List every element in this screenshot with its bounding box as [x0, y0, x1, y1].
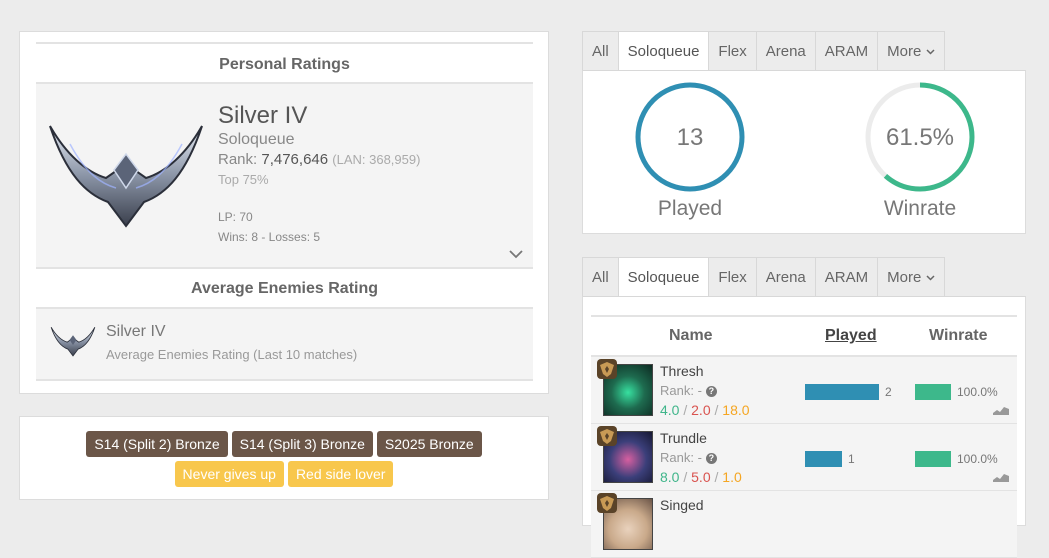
winrate-value: 100.0%	[957, 385, 998, 399]
winrate-bar	[915, 384, 951, 400]
tab-flex[interactable]: Flex	[709, 31, 757, 71]
help-icon[interactable]: ?	[705, 453, 717, 465]
played-ring: 13	[635, 82, 745, 192]
header-played[interactable]: Played	[825, 317, 877, 355]
chevron-down-icon	[926, 49, 935, 55]
queue-tabs-top: All Soloqueue Flex Arena ARAM More	[582, 31, 946, 71]
tab-more-label: More	[887, 43, 922, 60]
help-icon[interactable]: ?	[705, 386, 717, 398]
header-name[interactable]: Name	[669, 317, 713, 355]
tab-flex[interactable]: Flex	[709, 257, 757, 297]
graph-icon[interactable]	[993, 405, 1009, 415]
rank-line: Rank: 7,476,646 (LAN: 368,959)	[218, 150, 420, 170]
badge-red-side-lover: Red side lover	[287, 461, 394, 487]
played-stat: 13 Played	[625, 81, 755, 221]
winrate-value: 61.5%	[886, 124, 954, 151]
tab-all[interactable]: All	[582, 257, 619, 297]
tab-all[interactable]: All	[582, 31, 619, 71]
played-label: Played	[657, 197, 723, 220]
champion-rank-label: Rank: -	[660, 383, 702, 398]
kda-deaths: 5.0	[691, 469, 711, 485]
winrate-label: Winrate	[883, 197, 957, 220]
queue-tabs-bottom: All Soloqueue Flex Arena ARAM More	[582, 257, 946, 297]
tab-arena[interactable]: Arena	[756, 31, 816, 71]
kda-assists: 1.0	[722, 469, 742, 485]
kda-deaths: 2.0	[691, 402, 711, 418]
played-bar	[805, 451, 842, 467]
graph-icon[interactable]	[993, 472, 1009, 482]
badges-card: S14 (Split 2) Bronze S14 (Split 3) Bronz…	[19, 416, 549, 500]
champion-name[interactable]: Trundle	[660, 430, 707, 446]
tab-aram[interactable]: ARAM	[815, 257, 879, 297]
table-row[interactable]: Trundle Rank: -? 8.0 / 5.0 / 1.0 1 100.0…	[591, 424, 1017, 491]
personal-rating-panel: Silver IV Soloqueue Rank: 7,476,646 (LAN…	[36, 84, 533, 269]
tier-label: Silver IV	[218, 102, 308, 129]
badge-row-seasons: S14 (Split 2) Bronze S14 (Split 3) Bronz…	[20, 431, 548, 457]
badge-row-traits: Never gives up Red side lover	[20, 461, 548, 487]
badge-s14-split3: S14 (Split 3) Bronze	[231, 431, 373, 457]
wins-losses-label: Wins: 8 - Losses: 5	[218, 230, 321, 244]
kda-separator: /	[714, 402, 719, 418]
kda-assists: 18.0	[722, 402, 750, 418]
rank-region: (LAN: 368,959)	[332, 152, 421, 167]
lp-label: LP: 70	[218, 210, 253, 224]
champion-rank-label: Rank: -	[660, 450, 702, 465]
kda-separator: /	[683, 402, 688, 418]
played-count: 2	[885, 385, 892, 399]
tab-soloqueue[interactable]: Soloqueue	[618, 31, 710, 71]
played-bar	[805, 384, 879, 400]
rank-value: 7,476,646	[261, 151, 329, 168]
average-tier-label: Silver IV	[106, 323, 166, 340]
tab-soloqueue[interactable]: Soloqueue	[618, 257, 710, 297]
personal-rating-details: Silver IV Soloqueue Rank: 7,476,646 (LAN…	[218, 102, 420, 248]
champion-kda: 8.0 / 5.0 / 1.0	[660, 469, 742, 485]
winrate-ring: 61.5%	[865, 82, 975, 192]
played-value: 13	[677, 124, 704, 151]
chevron-down-icon	[926, 275, 935, 281]
header-winrate[interactable]: Winrate	[929, 317, 988, 355]
kda-separator: /	[683, 469, 688, 485]
rank-crest-icon	[597, 359, 617, 379]
winrate-stat: 61.5% Winrate	[855, 81, 985, 221]
champion-name[interactable]: Thresh	[660, 363, 704, 379]
tab-more[interactable]: More	[878, 31, 946, 71]
champion-kda: 4.0 / 2.0 / 18.0	[660, 402, 750, 418]
chevron-down-icon[interactable]	[509, 249, 523, 259]
kda-kills: 8.0	[660, 469, 680, 485]
rank-crest-icon	[597, 426, 617, 446]
badge-never-gives-up: Never gives up	[174, 461, 284, 487]
tab-aram[interactable]: ARAM	[815, 31, 879, 71]
kda-kills: 4.0	[660, 402, 680, 418]
champions-table-header: Name Played Winrate	[591, 315, 1017, 357]
queue-label: Soloqueue	[218, 131, 295, 148]
rank-label: Rank:	[218, 151, 262, 168]
champion-rank: Rank: -?	[660, 383, 717, 398]
silver-emblem-icon	[49, 125, 203, 228]
personal-ratings-title: Personal Ratings	[36, 42, 533, 84]
table-row[interactable]: Singed	[591, 491, 1017, 558]
average-enemies-panel: Silver IV Average Enemies Rating (Last 1…	[36, 309, 533, 381]
winrate-bar	[915, 451, 951, 467]
ratings-card: Personal Ratings Silver IV Soloqueue Ran…	[19, 31, 549, 394]
table-row[interactable]: Thresh Rank: -? 4.0 / 2.0 / 18.0 2 100.0…	[591, 357, 1017, 424]
tab-more[interactable]: More	[878, 257, 946, 297]
badge-s2025: S2025 Bronze	[376, 431, 482, 457]
champion-rank: Rank: -?	[660, 450, 717, 465]
kda-separator: /	[714, 469, 719, 485]
played-count: 1	[848, 452, 855, 466]
tab-arena[interactable]: Arena	[756, 257, 816, 297]
average-enemies-title: Average Enemies Rating	[36, 269, 533, 309]
champions-card: Name Played Winrate Thresh Rank: -? 4.0 …	[582, 296, 1026, 558]
stats-card: 13 Played 61.5% Winrate	[582, 70, 1026, 234]
silver-emblem-small-icon	[50, 326, 96, 357]
tab-more-label: More	[887, 269, 922, 286]
rank-crest-icon	[597, 493, 617, 513]
champion-name[interactable]: Singed	[660, 497, 704, 513]
badge-s14-split2: S14 (Split 2) Bronze	[86, 431, 228, 457]
average-description: Average Enemies Rating (Last 10 matches)	[106, 347, 358, 362]
winrate-value: 100.0%	[957, 452, 998, 466]
top-percent: Top 75%	[218, 172, 269, 187]
